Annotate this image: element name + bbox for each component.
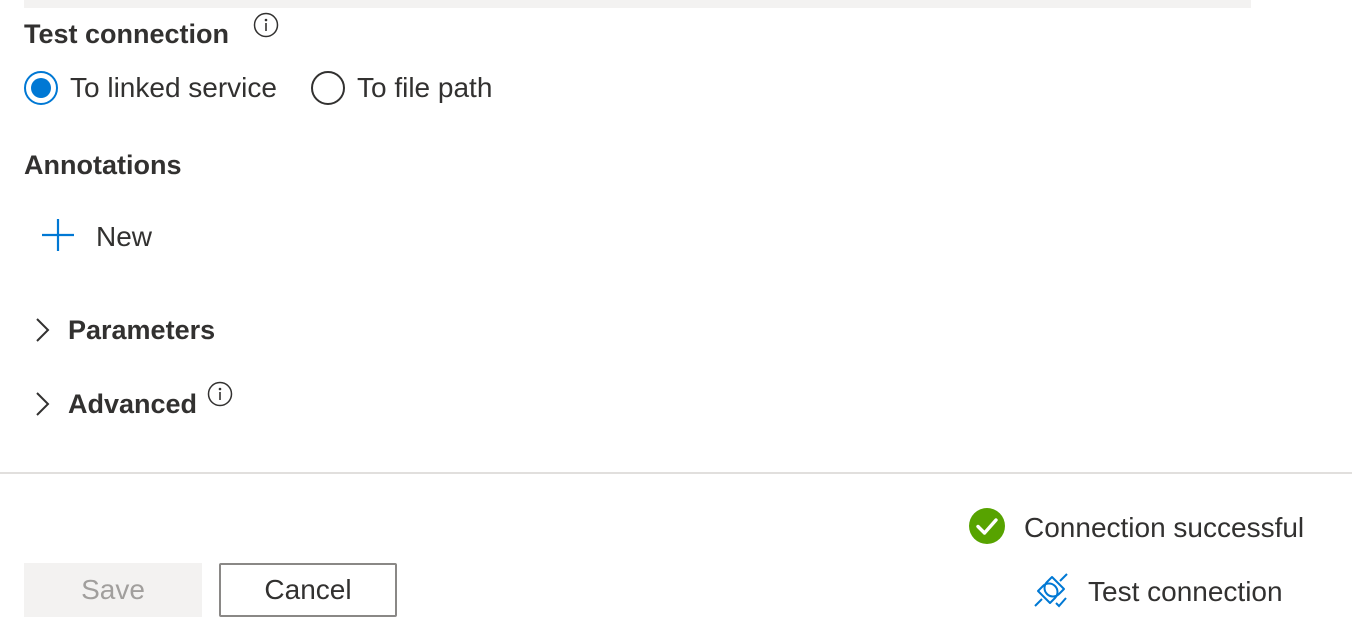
radio-label: To linked service xyxy=(70,72,277,103)
test-connection-radio-group: To linked service To file path xyxy=(24,68,492,108)
radio-unchecked-indicator[interactable] xyxy=(310,71,345,105)
radio-checked-indicator[interactable] xyxy=(24,71,58,105)
info-icon[interactable] xyxy=(207,381,233,407)
connection-status-text: Connection successful xyxy=(1024,512,1305,543)
cancel-button[interactable]: Cancel xyxy=(219,563,397,617)
radio-label: To file path xyxy=(356,72,493,103)
chevron-right-icon xyxy=(32,390,52,418)
connection-status: Connection successful xyxy=(968,507,1305,550)
test-connection-button[interactable]: Test connection xyxy=(1032,570,1283,614)
chevron-right-icon xyxy=(32,316,52,344)
checkmark-circle-icon xyxy=(968,507,1006,550)
info-icon[interactable] xyxy=(253,12,279,38)
footer-divider xyxy=(0,472,1352,474)
save-button[interactable]: Save xyxy=(24,563,202,617)
test-connection-header: Test connection xyxy=(24,12,279,52)
annotations-title: Annotations xyxy=(24,150,182,180)
plus-icon xyxy=(40,217,76,258)
new-annotation-label: New xyxy=(96,221,153,252)
test-connection-label: Test connection xyxy=(1088,576,1283,607)
radio-to-file-path[interactable]: To file path xyxy=(310,71,493,105)
advanced-label: Advanced xyxy=(68,388,198,419)
advanced-expander[interactable]: Advanced xyxy=(32,381,233,424)
new-annotation-button[interactable]: New xyxy=(40,216,152,258)
parameters-expander[interactable]: Parameters xyxy=(32,310,215,350)
radio-to-linked-service[interactable]: To linked service xyxy=(24,71,277,105)
plug-connected-icon xyxy=(1032,571,1070,614)
parameters-label: Parameters xyxy=(68,314,216,345)
previous-field-strip xyxy=(24,0,1251,8)
test-connection-title: Test connection xyxy=(24,18,230,49)
